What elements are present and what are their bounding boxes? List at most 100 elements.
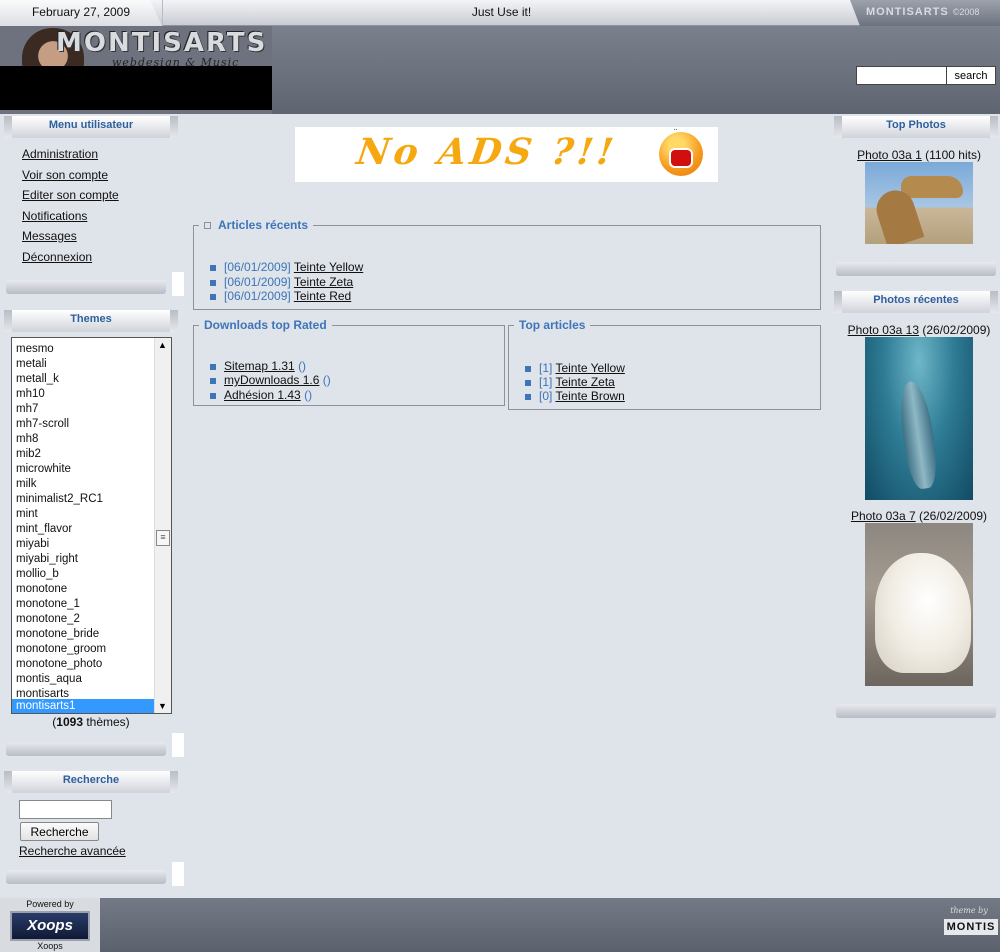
- site-footer: Powered by Xoops Xoops theme by MONTIS: [0, 898, 1000, 952]
- polar-bear-photo[interactable]: [865, 523, 973, 686]
- search-button[interactable]: Recherche: [20, 822, 99, 841]
- themes-count-number: 1093: [56, 715, 83, 729]
- theme-option[interactable]: mint_flavor: [16, 522, 156, 537]
- menu-link-edit-account[interactable]: Editer son compte: [22, 188, 119, 202]
- theme-option[interactable]: monotone_groom: [16, 642, 156, 657]
- list-item: [06/01/2009] Teinte Yellow: [210, 260, 363, 274]
- theme-credit[interactable]: theme by MONTIS: [938, 898, 1000, 952]
- camel-photo[interactable]: [865, 162, 973, 244]
- theme-option[interactable]: monotone_photo: [16, 657, 156, 672]
- article-link[interactable]: Teinte Red: [294, 289, 351, 303]
- theme-option[interactable]: miyabi: [16, 537, 156, 552]
- smiley-mouth: [669, 148, 693, 168]
- theme-option[interactable]: mollio_b: [16, 567, 156, 582]
- theme-option[interactable]: monotone_1: [16, 597, 156, 612]
- scroll-up-arrow-icon[interactable]: ▲: [158, 340, 167, 350]
- powered-by-badge[interactable]: Powered by Xoops Xoops: [0, 898, 100, 952]
- dolphin-photo[interactable]: [865, 337, 973, 500]
- article-link[interactable]: Teinte Brown: [555, 389, 624, 403]
- recent-photo-date: (26/02/2009): [919, 323, 991, 337]
- brand-name: MONTISARTS: [866, 6, 949, 18]
- recent-photo-date: (26/02/2009): [915, 509, 988, 523]
- bullet-icon: [525, 393, 531, 400]
- menu-link-view-account[interactable]: Voir son compte: [22, 168, 108, 182]
- smiley-eyes: ¨: [674, 128, 680, 139]
- theme-option[interactable]: microwhite: [16, 462, 156, 477]
- ad-banner[interactable]: No ADS ?!! ¨: [295, 127, 718, 182]
- scroll-thumb[interactable]: ≡: [156, 530, 170, 546]
- user-menu-title: Menu utilisateur: [4, 116, 178, 138]
- article-link[interactable]: Teinte Zeta: [294, 275, 353, 289]
- logo-text: MONTISARTS: [56, 28, 268, 58]
- recent-photos-title: Photos récentes: [834, 291, 998, 313]
- ad-banner-text: No ADS ?!!: [354, 131, 620, 173]
- theme-option[interactable]: montis_aqua: [16, 672, 156, 687]
- download-rating: (): [304, 388, 313, 402]
- block-bullet-icon: [204, 222, 211, 230]
- theme-option[interactable]: metall_k: [16, 372, 156, 387]
- article-count: [1]: [539, 375, 553, 389]
- theme-option[interactable]: miyabi_right: [16, 552, 156, 567]
- download-link[interactable]: Adhésion 1.43: [224, 388, 301, 402]
- article-link[interactable]: Teinte Yellow: [555, 361, 624, 375]
- dolphin-body-shape: [895, 379, 941, 491]
- theme-option-selected[interactable]: montisarts1: [12, 699, 154, 713]
- recent-photo-link[interactable]: Photo 03a 7: [851, 509, 916, 523]
- theme-option[interactable]: milk: [16, 477, 156, 492]
- theme-option[interactable]: mh7-scroll: [16, 417, 156, 432]
- theme-option[interactable]: mh7: [16, 402, 156, 417]
- bullet-icon: [525, 379, 531, 386]
- menu-link-administration[interactable]: Administration: [22, 147, 98, 161]
- theme-by-label: theme by: [950, 906, 988, 915]
- theme-option[interactable]: monotone: [16, 582, 156, 597]
- header-search-button[interactable]: search: [946, 66, 996, 85]
- block-footer: [6, 870, 166, 884]
- theme-option[interactable]: monotone_bride: [16, 627, 156, 642]
- download-link[interactable]: myDownloads 1.6: [224, 373, 319, 387]
- article-link[interactable]: Teinte Zeta: [555, 375, 614, 389]
- theme-option[interactable]: mint: [16, 507, 156, 522]
- advanced-search-link[interactable]: Recherche avancée: [19, 844, 126, 858]
- recent-photo-caption: Photo 03a 13 (26/02/2009): [840, 323, 998, 337]
- site-logo[interactable]: MONTISARTS webdesign & Music: [0, 26, 272, 114]
- header-search-input[interactable]: [856, 66, 948, 85]
- article-link[interactable]: Teinte Yellow: [294, 260, 363, 274]
- theme-option[interactable]: minimalist2_RC1: [16, 492, 156, 507]
- block-footer: [6, 280, 166, 294]
- menu-link-notifications[interactable]: Notifications: [22, 209, 87, 223]
- themes-scrollbar[interactable]: ▲ ≡ ▼: [154, 338, 171, 713]
- themes-count-label: thèmes): [83, 715, 130, 729]
- brand-label: MONTISARTS ©2008: [850, 0, 1000, 26]
- search-input[interactable]: [19, 800, 112, 819]
- recent-photo-link[interactable]: Photo 03a 13: [848, 323, 919, 337]
- brand-year: ©2008: [952, 7, 980, 17]
- article-count: [1]: [539, 361, 553, 375]
- bullet-icon: [210, 293, 216, 300]
- top-photo-link[interactable]: Photo 03a 1: [857, 148, 922, 162]
- camel-head-shape: [901, 176, 963, 198]
- xoops-logo: Xoops: [10, 911, 90, 941]
- block-footer-edge: [172, 862, 184, 886]
- menu-link-messages[interactable]: Messages: [22, 229, 77, 243]
- themes-select-list[interactable]: mesmo metali metall_k mh10 mh7 mh7-scrol…: [11, 337, 172, 714]
- top-bar: February 27, 2009 Just Use it! MONTISART…: [0, 0, 1000, 26]
- list-item: [06/01/2009] Teinte Zeta: [210, 275, 353, 289]
- theme-option[interactable]: metali: [16, 357, 156, 372]
- bullet-icon: [210, 363, 216, 370]
- list-item: [1] Teinte Yellow: [525, 361, 625, 375]
- theme-option[interactable]: mh8: [16, 432, 156, 447]
- site-header: MONTISARTS webdesign & Music search: [0, 26, 1000, 114]
- top-photo-caption: Photo 03a 1 (1100 hits): [840, 148, 998, 162]
- block-footer-edge: [172, 272, 184, 296]
- theme-option[interactable]: mesmo: [16, 342, 156, 357]
- menu-link-logout[interactable]: Déconnexion: [22, 250, 92, 264]
- theme-option[interactable]: mib2: [16, 447, 156, 462]
- scroll-down-arrow-icon[interactable]: ▼: [158, 701, 167, 711]
- download-link[interactable]: Sitemap 1.31: [224, 359, 295, 373]
- theme-option[interactable]: monotone_2: [16, 612, 156, 627]
- block-footer: [836, 704, 996, 718]
- top-articles-legend: Top articles: [519, 318, 586, 332]
- recent-articles-legend: Articles récents: [199, 218, 313, 232]
- theme-option[interactable]: mh10: [16, 387, 156, 402]
- powered-by-name: Xoops: [37, 941, 63, 951]
